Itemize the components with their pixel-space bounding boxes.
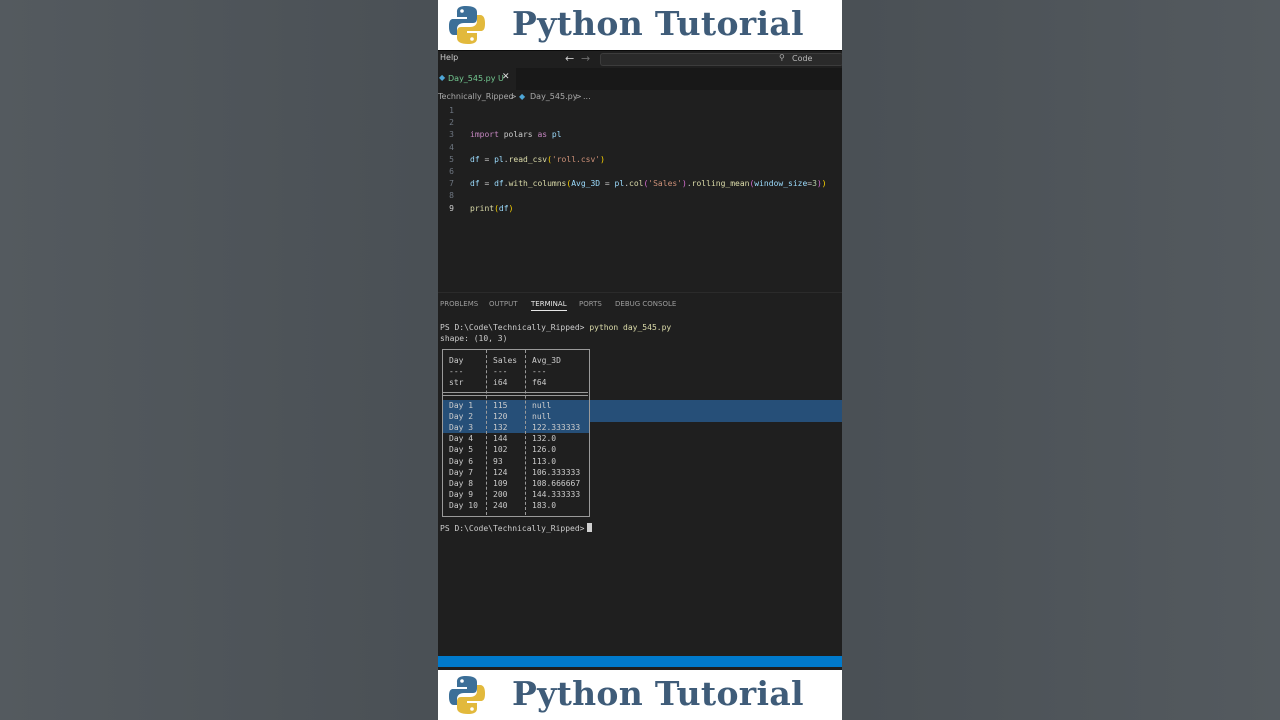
table-cell: 106.333333 <box>532 467 581 477</box>
video-frame: Python Tutorial Help ← → ⚲ Code ◆ Day_54… <box>438 0 842 720</box>
tab-terminal[interactable]: TERMINAL <box>531 300 567 311</box>
table-cell: 113.0 <box>532 456 557 466</box>
table-cell: 144.333333 <box>532 489 581 499</box>
table-cell: 120 <box>493 412 508 422</box>
column-header: Day <box>449 356 464 365</box>
terminal-command-line: PS D:\Code\Technically_Ripped> python da… <box>440 323 672 332</box>
top-banner: Python Tutorial <box>438 0 842 50</box>
table-cell: 126.0 <box>532 445 557 455</box>
code-editor[interactable]: 1 2 3 import polars as pl 4 5 df = pl.read_csv… <box>438 104 842 292</box>
table-cell: Day 6 <box>449 456 474 466</box>
chevron-right-icon: > <box>575 92 582 101</box>
breadcrumb-folder[interactable]: Technically_Ripped <box>438 92 514 101</box>
code-text: df = df.with_columns(Avg_3D = pl.col('Sa… <box>470 179 827 189</box>
table-cell: null <box>532 412 552 422</box>
header-dashes: --- <box>449 367 464 376</box>
python-logo-icon <box>449 676 485 714</box>
code-text: print(df) <box>470 203 514 213</box>
table-cell: 122.333333 <box>532 423 581 433</box>
table-column-divider <box>486 350 487 515</box>
terminal-shape-line: shape: (10, 3) <box>440 334 508 343</box>
command-center-label: Code <box>792 54 813 63</box>
table-header-separator <box>442 392 588 396</box>
table-cell: Day 4 <box>449 434 474 444</box>
panel-divider <box>438 292 842 293</box>
table-cell: 108.666667 <box>532 478 581 488</box>
line-number: 5 <box>449 154 454 164</box>
title-bar: Help ← → ⚲ Code <box>438 50 842 68</box>
table-cell: 183.0 <box>532 500 557 510</box>
forward-arrow-icon[interactable]: → <box>581 51 590 66</box>
table-cell: Day 2 <box>449 412 474 422</box>
banner-title: Python Tutorial <box>512 674 804 713</box>
table-column-divider <box>525 350 526 515</box>
command-center-search[interactable]: ⚲ Code <box>600 53 842 66</box>
table-cell: 200 <box>493 489 508 499</box>
status-bar <box>438 656 842 667</box>
banner-title: Python Tutorial <box>512 4 804 43</box>
python-file-icon: ◆ <box>519 92 526 101</box>
table-cell: 144 <box>493 434 508 444</box>
line-number: 7 <box>449 179 454 189</box>
table-cell: Day 5 <box>449 445 474 455</box>
line-number: 3 <box>449 130 454 140</box>
column-header: Avg_3D <box>532 356 561 365</box>
tab-output[interactable]: OUTPUT <box>489 300 518 308</box>
breadcrumb-more[interactable]: ... <box>583 92 591 101</box>
tab-debug-console[interactable]: DEBUG CONSOLE <box>615 300 676 308</box>
table-cell: 93 <box>493 456 503 466</box>
back-arrow-icon[interactable]: ← <box>565 51 574 66</box>
table-cell: Day 8 <box>449 478 474 488</box>
table-cell: Day 3 <box>449 423 474 433</box>
table-cell: 240 <box>493 500 508 510</box>
header-dashes: --- <box>532 367 547 376</box>
breadcrumb-file[interactable]: Day_545.py <box>530 92 577 101</box>
table-cell: 115 <box>493 401 508 410</box>
code-text: df = pl.read_csv('roll.csv') <box>470 154 605 164</box>
column-dtype: f64 <box>532 378 547 387</box>
line-number: 4 <box>449 142 454 152</box>
line-number: 1 <box>449 106 454 115</box>
line-number: 8 <box>449 191 454 201</box>
table-cell: Day 1 <box>449 401 474 410</box>
line-number: 6 <box>449 167 454 176</box>
tab-problems[interactable]: PROBLEMS <box>440 300 478 308</box>
close-icon[interactable]: ✕ <box>502 72 510 82</box>
table-cell: Day 10 <box>449 500 478 510</box>
table-cell: Day 7 <box>449 467 474 477</box>
search-icon: ⚲ <box>779 53 785 62</box>
column-dtype: i64 <box>493 378 508 387</box>
terminal-cursor <box>586 523 592 532</box>
column-header: Sales <box>493 356 518 365</box>
terminal[interactable]: PS D:\Code\Technically_Ripped> python da… <box>438 320 842 650</box>
line-number: 9 <box>449 203 454 213</box>
table-cell: 102 <box>493 445 508 455</box>
table-cell: Day 9 <box>449 489 474 499</box>
menu-help[interactable]: Help <box>440 53 458 62</box>
terminal-prompt-line[interactable]: PS D:\Code\Technically_Ripped> <box>440 523 592 534</box>
table-cell: 124 <box>493 467 508 477</box>
bottom-banner: Python Tutorial <box>438 670 842 720</box>
code-text: import polars as pl <box>470 130 562 140</box>
python-file-icon: ◆ <box>439 73 446 82</box>
chevron-right-icon: > <box>510 92 517 101</box>
tab-filename: Day_545.py U <box>448 74 504 83</box>
table-cell: null <box>532 401 552 410</box>
table-cell: 109 <box>493 478 508 488</box>
table-cell: 132.0 <box>532 434 557 444</box>
header-dashes: --- <box>493 367 508 376</box>
tab-ports[interactable]: PORTS <box>579 300 602 308</box>
column-dtype: str <box>449 378 464 387</box>
editor-tab-bar: ◆ Day_545.py U ✕ <box>438 68 842 90</box>
python-logo-icon <box>449 6 485 44</box>
table-cell: 132 <box>493 423 508 433</box>
line-number: 2 <box>449 118 454 128</box>
tab-day-545[interactable]: ◆ Day_545.py U ✕ <box>438 68 516 90</box>
